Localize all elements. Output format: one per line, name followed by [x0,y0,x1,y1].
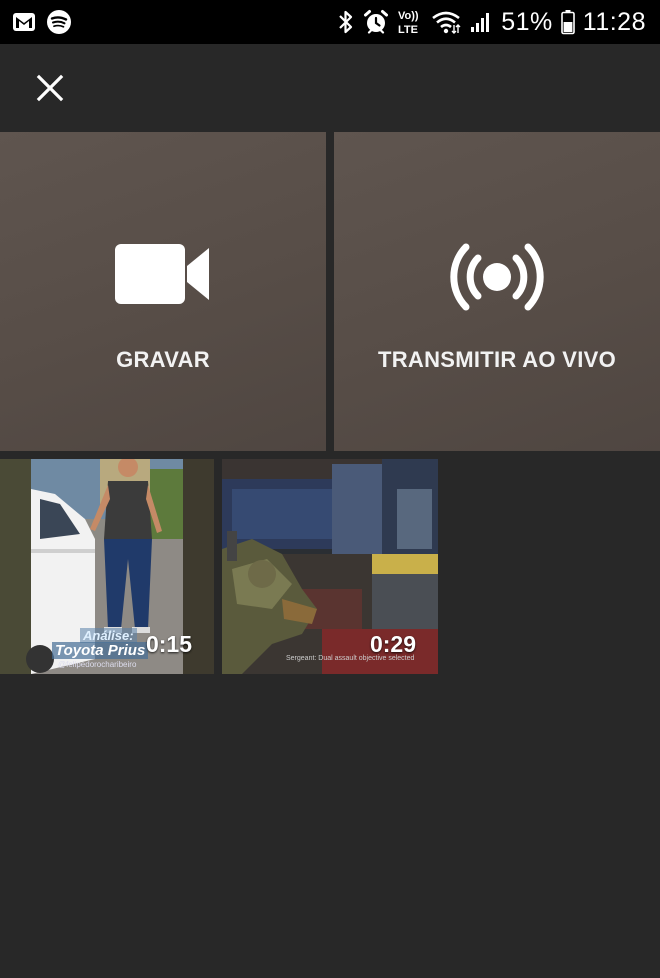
video-thumbnail[interactable]: Sergeant: Dual assault objective selecte… [222,459,438,674]
close-icon [36,74,64,102]
video-camera-icon [0,242,326,306]
video-gallery: Análise: Toyota Prius @felipedorocharibe… [0,459,660,674]
video-overlay-text: Toyota Prius [52,642,149,659]
battery-percent: 51% [501,7,553,36]
video-overlay-text: @felipedorocharibeiro [58,660,137,669]
video-duration: 0:29 [369,631,416,657]
record-label: GRAVAR [116,347,210,372]
video-overlay-text: Análise: [80,628,137,643]
spotify-icon [46,9,72,35]
status-bar: Vo)) LTE 51% 11:28 [0,0,660,44]
video-duration: 0:15 [145,631,192,657]
status-bar-right: Vo)) LTE 51% 11:28 [337,6,646,38]
alarm-icon [363,9,389,35]
go-live-label: TRANSMITIR AO VIVO [377,347,617,372]
gmail-icon [12,10,36,34]
status-bar-left [12,9,72,35]
clock: 11:28 [582,7,646,36]
signal-icon [469,10,493,34]
svg-text:LTE: LTE [398,24,418,36]
record-button[interactable]: GRAVAR [0,132,326,451]
video-thumbnail[interactable]: Análise: Toyota Prius @felipedorocharibe… [0,459,214,674]
wifi-icon [431,9,461,35]
go-live-button[interactable]: TRANSMITIR AO VIVO [334,132,660,451]
live-broadcast-icon [334,242,660,312]
svg-text:Vo)): Vo)) [398,10,419,22]
close-button[interactable] [26,64,74,112]
volte-icon: Vo)) LTE [397,8,423,36]
bluetooth-icon [337,9,355,35]
battery-icon [560,9,575,35]
top-bar [0,44,660,132]
